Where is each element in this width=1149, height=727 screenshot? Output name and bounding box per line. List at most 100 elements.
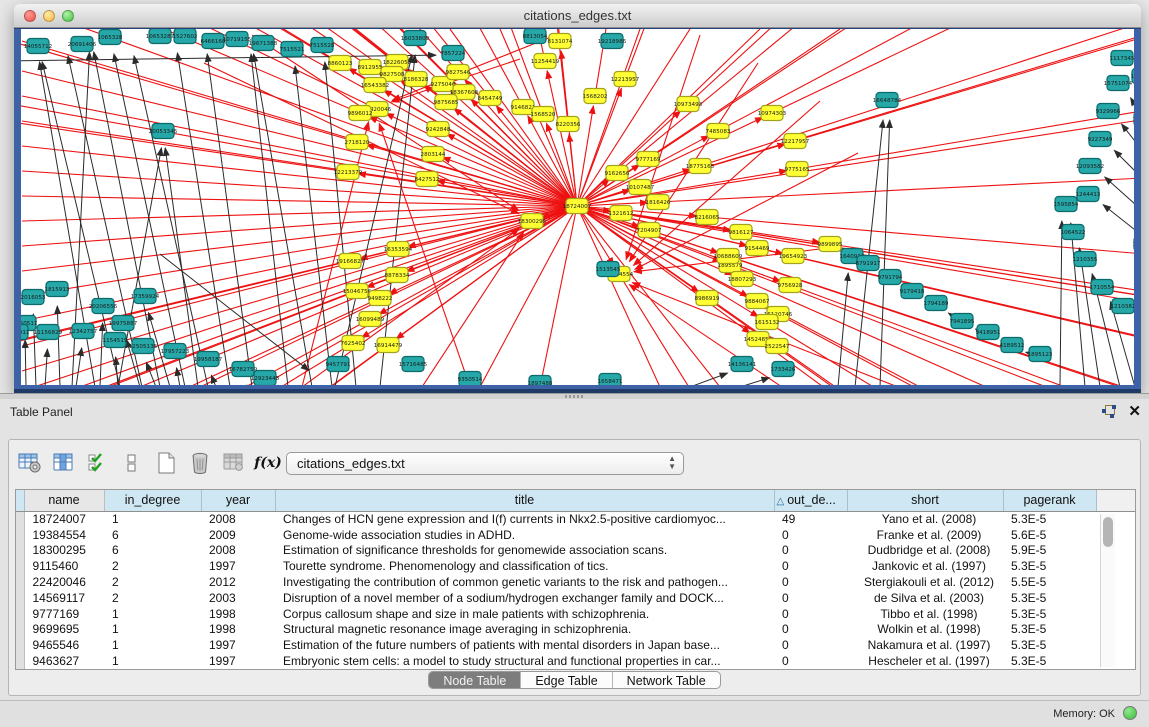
- graph-node[interactable]: 12923448: [251, 371, 280, 386]
- graph-node[interactable]: 4189512: [1000, 338, 1025, 353]
- graph-node[interactable]: 10688609: [714, 249, 743, 264]
- column-header-title[interactable]: title: [275, 490, 774, 511]
- cell-pagerank[interactable]: 5.3E-5: [1003, 606, 1096, 622]
- cell-year[interactable]: 2009: [201, 527, 275, 543]
- cell-in_degree[interactable]: 1: [104, 637, 201, 653]
- cell-pagerank[interactable]: 5.3E-5: [1003, 558, 1096, 574]
- graph-node[interactable]: 9896012: [348, 106, 373, 121]
- window-titlebar[interactable]: citations_edges.txt: [14, 4, 1141, 28]
- graph-node[interactable]: 8791917: [856, 256, 881, 271]
- graph-node[interactable]: 7515521: [280, 42, 305, 57]
- graph-node[interactable]: 19218986: [598, 34, 627, 49]
- network-canvas[interactable]: 8860123891295518226058982750816543382818…: [21, 29, 1134, 385]
- column-header-out_de[interactable]: △out_de...: [774, 490, 847, 511]
- cell-out_de[interactable]: 0: [774, 574, 847, 590]
- graph-node[interactable]: 1658471: [598, 374, 623, 386]
- graph-node[interactable]: 11254419: [531, 54, 560, 69]
- graph-node[interactable]: 20691406: [68, 37, 97, 52]
- column-header-pagerank[interactable]: pagerank: [1003, 490, 1096, 511]
- graph-node[interactable]: 9457791: [326, 357, 351, 372]
- cell-out_de[interactable]: 0: [774, 590, 847, 606]
- graph-node[interactable]: 9498222: [368, 291, 393, 306]
- graph-node[interactable]: 1210355: [1073, 252, 1098, 267]
- table-selector-dropdown[interactable]: citations_edges.txt ▲▼: [286, 452, 684, 475]
- graph-node[interactable]: 1103925: [1133, 237, 1134, 252]
- graph-node[interactable]: 8216065: [695, 210, 720, 225]
- graph-node[interactable]: 9350514: [458, 372, 483, 386]
- graph-node[interactable]: 9875685: [434, 95, 459, 110]
- table-row[interactable]: 1456911722003Disruption of a novel membe…: [16, 590, 1135, 606]
- cell-pagerank[interactable]: 5.3E-5: [1003, 511, 1096, 527]
- column-header-name[interactable]: name: [24, 490, 104, 511]
- cell-short[interactable]: Jankovic et al. (1997): [847, 558, 1003, 574]
- graph-node[interactable]: 1794189: [924, 296, 949, 311]
- cell-name[interactable]: 9699695: [24, 622, 104, 638]
- unselect-rows-icon[interactable]: [117, 450, 147, 476]
- graph-node[interactable]: 9227349: [1088, 132, 1113, 147]
- cell-name[interactable]: 22420046: [24, 574, 104, 590]
- graph-node[interactable]: 16782759: [229, 362, 258, 377]
- graph-node[interactable]: 9899895: [818, 237, 843, 252]
- graph-node[interactable]: 1895123: [1028, 347, 1053, 362]
- cell-short[interactable]: Yano et al. (2008): [847, 511, 1003, 527]
- cell-short[interactable]: Hescheler et al. (1997): [847, 653, 1003, 669]
- cell-year[interactable]: 1997: [201, 637, 275, 653]
- function-builder-icon[interactable]: f(x): [253, 450, 283, 476]
- graph-node[interactable]: 9756928: [778, 278, 803, 293]
- table-row[interactable]: 969969511998Structural magnetic resonanc…: [16, 622, 1135, 638]
- cell-title[interactable]: Genome-wide association studies in ADHD.: [275, 527, 774, 543]
- cell-pagerank[interactable]: 5.3E-5: [1003, 653, 1096, 669]
- graph-node[interactable]: 15751074: [1104, 76, 1133, 91]
- graph-node[interactable]: 11156829: [34, 325, 63, 340]
- graph-node[interactable]: 8878334: [385, 268, 410, 283]
- graph-node[interactable]: 9827546: [446, 65, 471, 80]
- graph-node[interactable]: 16353594: [384, 242, 413, 257]
- cell-in_degree[interactable]: 6: [104, 543, 201, 559]
- graph-node[interactable]: 1244413: [1076, 187, 1101, 202]
- graph-node[interactable]: 16099489: [356, 312, 385, 327]
- cell-name[interactable]: 9777169: [24, 606, 104, 622]
- table-row[interactable]: 1938455462009Genome-wide association stu…: [16, 527, 1135, 543]
- graph-node[interactable]: 12213957: [611, 72, 640, 87]
- graph-node[interactable]: 1321612: [609, 206, 634, 221]
- graph-node[interactable]: 14136141: [728, 357, 757, 372]
- graph-node[interactable]: 1513545: [596, 262, 621, 277]
- graph-node[interactable]: 16543382: [361, 78, 389, 93]
- graph-node[interactable]: 1615132: [755, 315, 780, 330]
- cell-short[interactable]: Franke et al. (2009): [847, 527, 1003, 543]
- graph-node[interactable]: 8131074: [548, 34, 573, 49]
- graph-node[interactable]: 1064522: [1061, 225, 1086, 240]
- graph-node[interactable]: 19166827: [336, 254, 365, 269]
- graph-node[interactable]: 16914479: [374, 338, 403, 353]
- graph-node[interactable]: 18775165: [686, 159, 715, 174]
- cell-out_de[interactable]: 0: [774, 527, 847, 543]
- memory-status-indicator[interactable]: [1123, 706, 1137, 720]
- cell-in_degree[interactable]: 1: [104, 653, 201, 669]
- graph-node[interactable]: 2016053: [21, 290, 46, 305]
- graph-node[interactable]: 15716485: [399, 357, 428, 372]
- cell-year[interactable]: 1997: [201, 653, 275, 669]
- cell-out_de[interactable]: 0: [774, 558, 847, 574]
- graph-node[interactable]: 9162656: [605, 166, 630, 181]
- graph-node[interactable]: 9418951: [976, 325, 1001, 340]
- cell-pagerank[interactable]: 5.3E-5: [1003, 622, 1096, 638]
- graph-node[interactable]: 20206556: [89, 299, 118, 314]
- graph-node[interactable]: 7485083: [706, 124, 731, 139]
- graph-node[interactable]: 10107487: [626, 180, 655, 195]
- cell-out_de[interactable]: 0: [774, 622, 847, 638]
- graph-node[interactable]: 14055712: [24, 39, 52, 54]
- graph-node[interactable]: 9777169: [636, 152, 661, 167]
- tab-node-table[interactable]: Node Table: [429, 672, 521, 688]
- graph-node[interactable]: 9884067: [745, 294, 770, 309]
- cell-title[interactable]: Corpus callosum shape and size in male p…: [275, 606, 774, 622]
- graph-node[interactable]: 20053346: [149, 124, 178, 139]
- graph-node[interactable]: 10719155: [223, 32, 252, 47]
- graph-node[interactable]: 1595854: [1054, 197, 1079, 212]
- graph-node[interactable]: 7941895: [950, 314, 975, 329]
- cell-out_de[interactable]: 49: [774, 511, 847, 527]
- graph-node[interactable]: 9154469: [745, 241, 770, 256]
- cell-in_degree[interactable]: 2: [104, 558, 201, 574]
- graph-node[interactable]: 1815913: [45, 282, 70, 297]
- column-header-in_degree[interactable]: in_degree: [104, 490, 201, 511]
- graph-hub-node[interactable]: 18724007: [563, 199, 592, 214]
